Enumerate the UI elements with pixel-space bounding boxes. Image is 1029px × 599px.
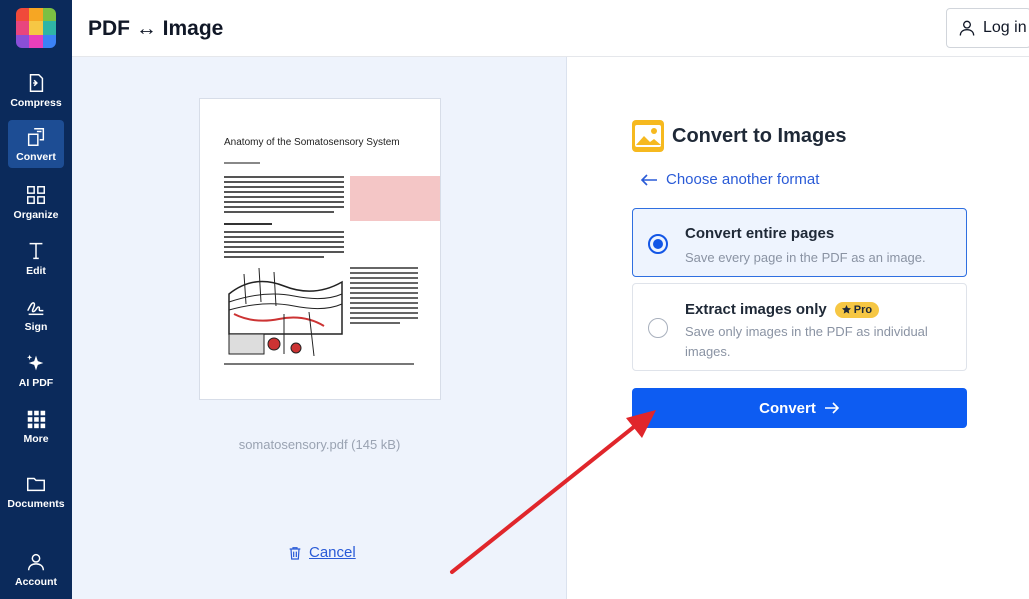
sidebar-item-label: Account <box>15 576 57 588</box>
radio-unselected[interactable] <box>648 318 668 338</box>
skin-anatomy-figure <box>228 267 343 357</box>
option-title: Convert entire pages <box>685 225 835 242</box>
sidebar-item-compress[interactable]: Compress <box>8 66 64 114</box>
option-title-row: Extract images only Pro <box>685 301 880 318</box>
radio-selected[interactable] <box>648 234 668 254</box>
panel-header: Convert to Images <box>632 120 846 152</box>
sidebar-item-label: Convert <box>16 151 56 163</box>
option-extract-images-only[interactable]: Extract images only Pro Save only images… <box>632 283 967 371</box>
compress-icon <box>29 74 44 92</box>
sidebar-item-more[interactable]: More <box>8 402 64 450</box>
option-description: Save only images in the PDF as individua… <box>685 324 928 359</box>
choose-another-format-label: Choose another format <box>666 171 820 188</box>
trash-icon <box>289 546 301 560</box>
sidebar-item-label: Edit <box>26 265 46 277</box>
arrow-right-icon <box>824 402 839 414</box>
document-title: Anatomy of the Somatosensory System <box>224 137 400 148</box>
pdf-thumbnail[interactable]: Anatomy of the Somatosensory System <box>199 98 441 400</box>
footnote-line <box>224 363 414 365</box>
signature-icon <box>27 302 44 316</box>
folder-icon <box>27 477 45 492</box>
file-name: somatosensory.pdf (145 kB) <box>238 437 401 452</box>
login-button[interactable]: Log in <box>946 8 1029 48</box>
pro-badge: Pro <box>834 301 880 318</box>
user-icon <box>27 553 45 571</box>
cancel-label: Cancel <box>309 544 356 561</box>
option-convert-entire-pages[interactable]: Convert entire pages Save every page in … <box>632 208 967 277</box>
app-logo[interactable] <box>16 8 56 48</box>
sidebar-item-convert[interactable]: Convert <box>8 120 64 168</box>
option-title: Extract images only <box>685 301 827 318</box>
convert-panel: Convert to Images Choose another format … <box>568 57 1029 599</box>
convert-icon <box>27 128 45 146</box>
top-header: PDF ↔ Image Log in <box>72 0 1029 57</box>
organize-icon <box>27 186 45 204</box>
user-icon <box>959 20 975 36</box>
sidebar: Compress Convert Organize Edit Sign AI P… <box>0 0 72 599</box>
sidebar-item-ai-pdf[interactable]: AI PDF <box>8 346 64 394</box>
sidebar-item-label: Compress <box>10 97 62 109</box>
preview-pane: Anatomy of the Somatosensory System soma… <box>72 57 567 599</box>
grid-dots-icon <box>27 410 46 429</box>
edit-text-icon <box>29 242 43 260</box>
sidebar-item-account[interactable]: Account <box>8 545 64 593</box>
sidebar-item-edit[interactable]: Edit <box>8 234 64 282</box>
convert-button[interactable]: Convert <box>632 388 967 428</box>
image-icon <box>632 120 664 152</box>
sidebar-item-label: More <box>23 433 49 445</box>
choose-another-format-link[interactable]: Choose another format <box>640 171 819 188</box>
sidebar-item-label: Organize <box>13 209 59 221</box>
cancel-button[interactable]: Cancel <box>287 544 356 561</box>
arrow-left-icon <box>640 173 657 186</box>
sidebar-item-sign[interactable]: Sign <box>8 290 64 338</box>
highlighted-note <box>350 176 440 221</box>
login-label: Log in <box>983 19 1027 36</box>
pro-badge-label: Pro <box>853 303 873 316</box>
sparkle-icon <box>27 354 44 371</box>
sidebar-item-documents[interactable]: Documents <box>7 467 65 515</box>
sidebar-item-organize[interactable]: Organize <box>8 178 64 226</box>
panel-title: Convert to Images <box>672 124 847 147</box>
sidebar-item-label: Documents <box>7 498 65 510</box>
sidebar-item-label: Sign <box>24 321 48 333</box>
sidebar-item-label: AI PDF <box>18 377 54 389</box>
page-title: PDF ↔ Image <box>88 17 224 40</box>
star-icon <box>841 305 851 314</box>
convert-button-label: Convert <box>759 399 816 417</box>
option-description: Save every page in the PDF as an image. <box>685 250 926 265</box>
